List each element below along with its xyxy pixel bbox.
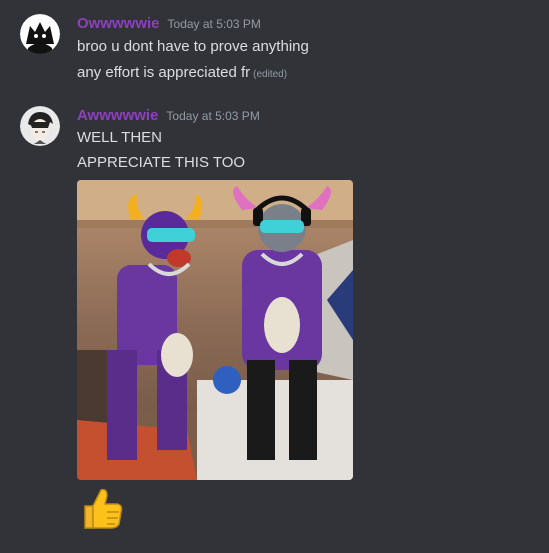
message-timestamp: Today at 5:03 PM: [166, 109, 260, 123]
bowling-gif-image: [77, 180, 353, 480]
author-name[interactable]: Awwwwwie: [77, 107, 158, 124]
thumbs-up-icon: [84, 488, 123, 529]
chat-window: Owwwwwie Today at 5:03 PM broo u dont hav…: [0, 0, 549, 553]
gif-attachment[interactable]: [77, 180, 353, 480]
avatar[interactable]: [20, 106, 60, 146]
message-author[interactable]: Awwwwwie Today at 5:03 PM: [77, 107, 260, 124]
message-text: APPRECIATE THIS TOO: [77, 154, 246, 171]
message-text: WELL THEN: [77, 129, 163, 146]
thumbs-up-emoji: [77, 484, 125, 532]
message-group: Awwwwwie Today at 5:03 PM WELL THEN APPRE…: [0, 0, 549, 553]
anime-avatar-icon: [20, 106, 60, 146]
